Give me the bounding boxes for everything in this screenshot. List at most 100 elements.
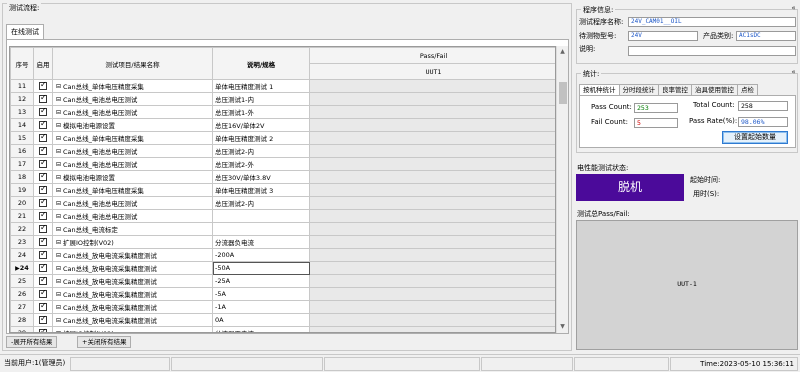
col-header-uut1[interactable]: UUT1 xyxy=(309,63,555,80)
expand-toggle-icon[interactable]: ⊟ xyxy=(55,148,62,156)
row-enabled-checkbox[interactable] xyxy=(39,120,47,129)
expand-all-button[interactable]: -展开所有结果 xyxy=(6,336,58,348)
table-row[interactable]: 22 ⊟Can总线_电流标定 xyxy=(10,222,555,236)
expand-toggle-icon[interactable]: ⊟ xyxy=(55,213,62,221)
table-row[interactable]: 16⊟Can总线_电池总电压测试总压测试2-内 xyxy=(10,144,555,158)
table-row[interactable]: 18⊟模拟电池电源设置总压30V/单体3.8V xyxy=(10,170,555,184)
part-model-field[interactable]: 24V xyxy=(628,31,698,41)
row-enabled-checkbox[interactable] xyxy=(39,224,47,233)
row-enabled-checkbox[interactable] xyxy=(39,289,47,298)
expand-toggle-icon[interactable]: ⊟ xyxy=(55,291,62,299)
row-enabled-checkbox[interactable] xyxy=(39,185,47,194)
tab-inspection[interactable]: 点检 xyxy=(737,84,758,95)
collapse-stats-icon[interactable]: « xyxy=(789,68,798,77)
expand-toggle-icon[interactable]: ⊟ xyxy=(55,200,62,208)
status-bar: 当前用户:1(管理员) Time:2023-05-10 15:36:11 xyxy=(0,354,800,372)
expand-toggle-icon[interactable]: ⊟ xyxy=(55,252,62,260)
row-enabled-checkbox[interactable] xyxy=(39,146,47,155)
collapse-program-icon[interactable]: « xyxy=(789,4,798,13)
set-start-count-button[interactable]: 设置起始数量 xyxy=(722,131,788,144)
table-row[interactable]: 21 ⊟Can总线_电池总电压测试 xyxy=(10,209,555,223)
row-seq-cell: 23 xyxy=(10,235,34,249)
expand-toggle-icon[interactable]: ⊟ xyxy=(55,317,62,325)
expand-toggle-icon[interactable]: ⊟ xyxy=(55,304,62,312)
table-row[interactable]: 23⊟扩展IO控制(V02)分流器负电流 xyxy=(10,235,555,249)
col-header-spec[interactable]: 说明/规格 xyxy=(212,47,310,80)
table-row[interactable]: 14⊟模拟电池电源设置总压16V/单体2V xyxy=(10,118,555,132)
row-enabled-checkbox[interactable] xyxy=(39,263,47,272)
table-row[interactable]: 17⊟Can总线_电池总电压测试总压测试2-外 xyxy=(10,157,555,171)
table-row[interactable]: 29⊟扩展IO控制(V02)分流器正电流 xyxy=(10,326,555,332)
test-items-grid[interactable]: 序号 启用 测试项目/结果名称 说明/规格 Pass/Fail UUT1 11 ⊟… xyxy=(9,46,556,333)
row-enabled-cell xyxy=(33,274,53,288)
tab-by-model[interactable]: 按机种统计 xyxy=(579,84,620,95)
row-enabled-cell xyxy=(33,92,53,106)
pass-count-field[interactable]: 253 xyxy=(634,103,678,113)
row-seq-cell: 29 xyxy=(10,326,34,332)
row-enabled-checkbox[interactable] xyxy=(39,315,47,324)
col-header-passfail[interactable]: Pass/Fail xyxy=(309,47,555,64)
uut-result-label: UUT-1 xyxy=(677,280,697,288)
row-spec-text: -50A xyxy=(215,264,231,272)
table-row[interactable]: 20⊟Can总线_电池总电压测试总压测试2-内 xyxy=(10,196,555,210)
scroll-up-icon[interactable]: ▲ xyxy=(557,46,568,58)
expand-toggle-icon[interactable]: ⊟ xyxy=(55,161,62,169)
program-name-field[interactable]: 24V_CAM01__OIL xyxy=(628,17,796,27)
expand-toggle-icon[interactable]: ⊟ xyxy=(55,135,62,143)
tab-yield-control[interactable]: 良率管控 xyxy=(658,84,692,95)
table-row[interactable]: 27⊟Can总线_放电电流采集精度测试-1A xyxy=(10,300,555,314)
expand-toggle-icon[interactable]: ⊟ xyxy=(55,330,62,332)
table-row[interactable]: 12⊟Can总线_电池总电压测试总压测试1-内 xyxy=(10,92,555,106)
row-enabled-checkbox[interactable] xyxy=(39,172,47,181)
row-enabled-checkbox[interactable] xyxy=(39,198,47,207)
table-row[interactable]: 26⊟Can总线_放电电流采集精度测试-5A xyxy=(10,287,555,301)
collapse-all-button[interactable]: +关闭所有结果 xyxy=(77,336,132,348)
row-enabled-checkbox[interactable] xyxy=(39,133,47,142)
fail-count-field[interactable]: 5 xyxy=(634,118,678,128)
table-row[interactable]: 11⊟Can总线_单体电压精度采集单体电压精度测试 1 xyxy=(10,79,555,93)
total-count-field[interactable]: 258 xyxy=(738,101,788,111)
row-uut1-result-cell xyxy=(309,105,555,119)
row-enabled-checkbox[interactable] xyxy=(39,276,47,285)
col-header-item[interactable]: 测试项目/结果名称 xyxy=(52,47,213,80)
expand-toggle-icon[interactable]: ⊟ xyxy=(55,226,62,234)
row-enabled-checkbox[interactable] xyxy=(39,211,47,220)
row-enabled-checkbox[interactable] xyxy=(39,328,47,332)
table-row[interactable]: 19⊟Can总线_单体电压精度采集单体电压精度测试 3 xyxy=(10,183,555,197)
row-enabled-checkbox[interactable] xyxy=(39,81,47,90)
product-category-field[interactable]: AC1sDC xyxy=(736,31,796,41)
col-header-seq[interactable]: 序号 xyxy=(10,47,34,80)
row-spec-cell: -200A xyxy=(212,248,310,262)
expand-toggle-icon[interactable]: ⊟ xyxy=(55,265,62,273)
row-enabled-checkbox[interactable] xyxy=(39,159,47,168)
expand-toggle-icon[interactable]: ⊟ xyxy=(55,174,62,182)
table-row[interactable]: 28⊟Can总线_放电电流采集精度测试0A xyxy=(10,313,555,327)
expand-toggle-icon[interactable]: ⊟ xyxy=(55,122,62,130)
scroll-thumb[interactable] xyxy=(559,82,567,104)
scroll-down-icon[interactable]: ▼ xyxy=(557,321,568,333)
row-spec-text: 单体电压精度测试 1 xyxy=(215,83,274,91)
table-row[interactable]: 15⊟Can总线_单体电压精度采集单体电压精度测试 2 xyxy=(10,131,555,145)
expand-toggle-icon[interactable]: ⊟ xyxy=(55,239,62,247)
tab-by-period[interactable]: 分时段统计 xyxy=(618,84,659,95)
description-field[interactable] xyxy=(628,46,796,56)
table-row[interactable]: 13⊟Can总线_电池总电压测试总压测试1-外 xyxy=(10,105,555,119)
expand-toggle-icon[interactable]: ⊟ xyxy=(55,83,62,91)
expand-toggle-icon[interactable]: ⊟ xyxy=(55,278,62,286)
grid-vertical-scrollbar[interactable]: ▲ ▼ xyxy=(556,46,568,333)
tab-online-test[interactable]: 在线测试 xyxy=(6,24,44,39)
table-row[interactable]: ▶24⊟Can总线_放电电流采集精度测试-50A xyxy=(10,261,555,275)
row-enabled-checkbox[interactable] xyxy=(39,302,47,311)
row-enabled-checkbox[interactable] xyxy=(39,237,47,246)
row-enabled-checkbox[interactable] xyxy=(39,94,47,103)
col-header-enabled[interactable]: 启用 xyxy=(33,47,53,80)
expand-toggle-icon[interactable]: ⊟ xyxy=(55,96,62,104)
expand-toggle-icon[interactable]: ⊟ xyxy=(55,187,62,195)
row-enabled-checkbox[interactable] xyxy=(39,107,47,116)
row-enabled-checkbox[interactable] xyxy=(39,250,47,259)
pass-rate-field[interactable]: 98.06% xyxy=(738,117,788,127)
expand-toggle-icon[interactable]: ⊟ xyxy=(55,109,62,117)
table-row[interactable]: 24⊟Can总线_放电电流采集精度测试-200A xyxy=(10,248,555,262)
tab-fixture-control[interactable]: 治具使用管控 xyxy=(691,84,738,95)
table-row[interactable]: 25⊟Can总线_放电电流采集精度测试-25A xyxy=(10,274,555,288)
